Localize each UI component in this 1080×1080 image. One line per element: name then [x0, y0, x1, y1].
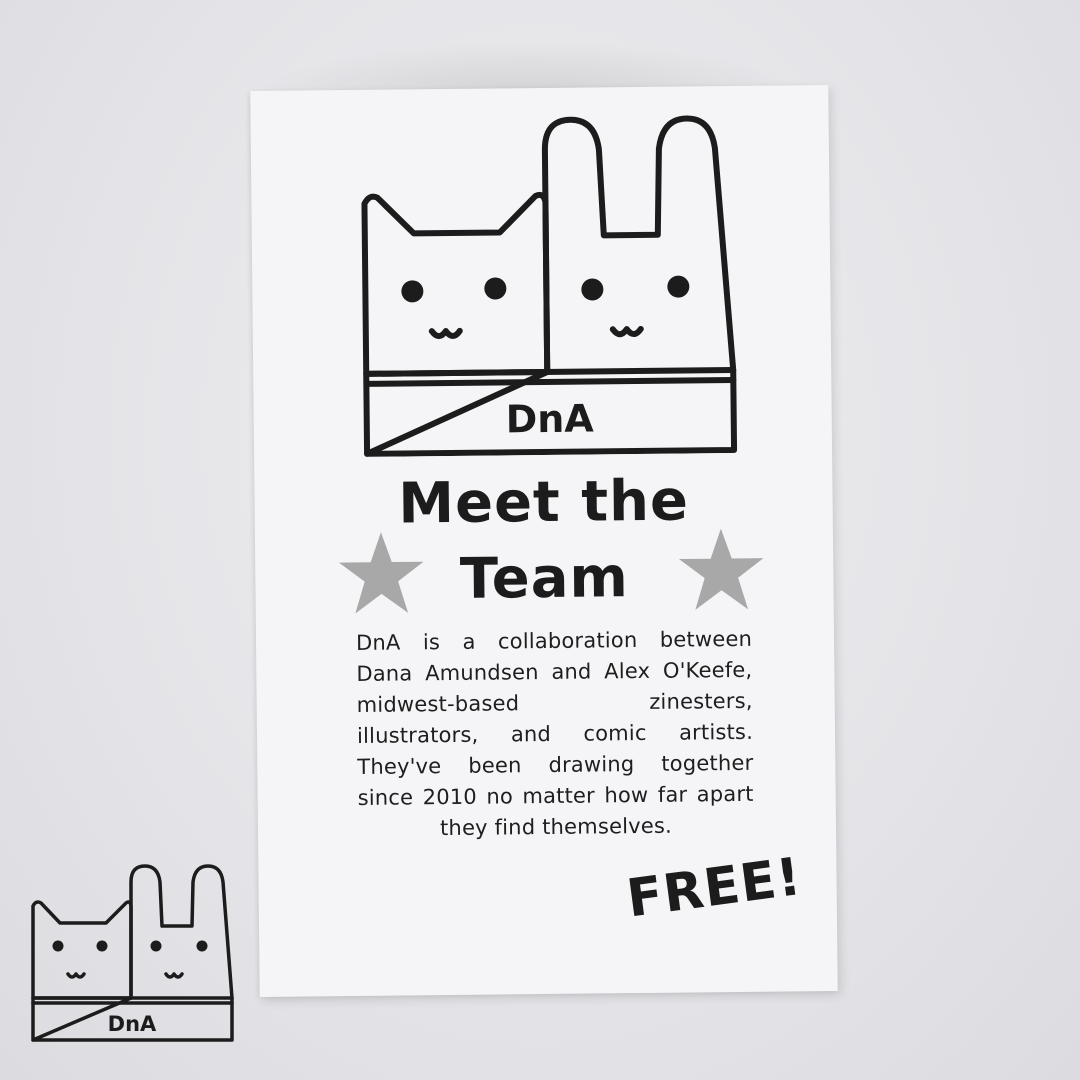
- star-icon: [678, 528, 764, 610]
- dna-cat-bunny-logo: DnA: [361, 115, 738, 457]
- free-label: FREE!: [623, 846, 806, 930]
- team-description: DnA is a collaboration between Dana Amun…: [355, 626, 754, 841]
- dna-watermark-logo: DnA: [31, 864, 234, 1042]
- watermark-logo-text: DnA: [108, 1012, 157, 1036]
- zine-card: DnA Meet the Team DnA is a collaboration…: [250, 84, 838, 998]
- logo-text: DnA: [505, 396, 594, 441]
